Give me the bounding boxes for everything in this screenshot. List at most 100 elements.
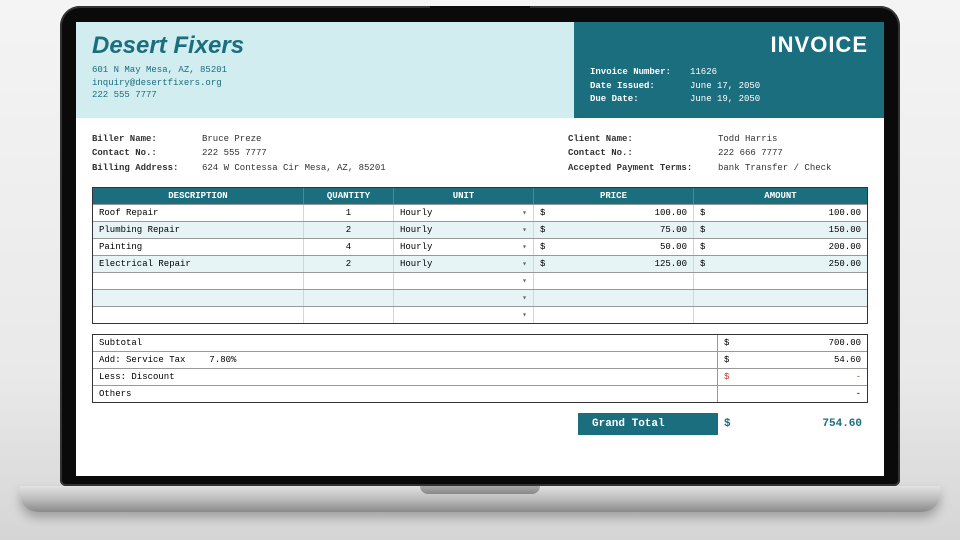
client-contact-label: Contact No.: [568, 146, 718, 160]
cell-price [533, 273, 693, 289]
cell-description: Painting [93, 239, 303, 255]
col-amount: AMOUNT [693, 188, 867, 204]
cell-amount [693, 290, 867, 306]
cell-amount: $100.00 [693, 205, 867, 221]
cell-price [533, 307, 693, 323]
cell-price: $50.00 [533, 239, 693, 255]
others-value: - [757, 386, 867, 402]
tax-label: Add: Service Tax [99, 355, 185, 365]
others-row: Others - [93, 386, 867, 402]
cell-amount [693, 307, 867, 323]
screen: Desert Fixers 601 N May Mesa, AZ, 85201 … [76, 22, 884, 476]
cell-unit[interactable]: Hourly▾ [393, 205, 533, 221]
biller-address: 624 W Contessa Cir Mesa, AZ, 85201 [202, 161, 386, 175]
due-date: June 19, 2050 [690, 93, 760, 107]
cell-quantity: 2 [303, 256, 393, 272]
client-name: Todd Harris [718, 132, 777, 146]
biller-contact: 222 555 7777 [202, 146, 267, 160]
chevron-down-icon: ▾ [522, 225, 527, 235]
client-terms-label: Accepted Payment Terms: [568, 161, 718, 175]
company-name: Desert Fixers [92, 32, 558, 60]
line-items-table: DESCRIPTION QUANTITY UNIT PRICE AMOUNT R… [92, 187, 868, 324]
tax-row: Add: Service Tax7.80% $ 54.60 [93, 352, 867, 369]
others-label: Others [99, 389, 131, 399]
cell-unit[interactable]: ▾ [393, 273, 533, 289]
cell-quantity [303, 290, 393, 306]
table-row: Plumbing Repair2Hourly▾$75.00$150.00 [93, 221, 867, 238]
chevron-down-icon: ▾ [522, 208, 527, 218]
currency-symbol [717, 386, 757, 402]
table-row: Roof Repair1Hourly▾$100.00$100.00 [93, 204, 867, 221]
due-date-label: Due Date: [590, 93, 690, 107]
client-terms: bank Transfer / Check [718, 161, 831, 175]
grand-total-block: Grand Total $ 754.60 [92, 413, 868, 435]
cell-unit[interactable]: ▾ [393, 290, 533, 306]
currency-symbol: $ [717, 352, 757, 368]
company-phone: 222 555 7777 [92, 89, 558, 102]
subtotal-label: Subtotal [99, 338, 142, 348]
cell-quantity [303, 307, 393, 323]
currency-symbol: $ [717, 369, 757, 385]
client-contact: 222 666 7777 [718, 146, 783, 160]
subtotal-value: 700.00 [757, 335, 867, 351]
chevron-down-icon: ▾ [522, 276, 527, 286]
cell-unit[interactable]: Hourly▾ [393, 256, 533, 272]
currency-symbol: $ [717, 335, 757, 351]
cell-unit[interactable]: Hourly▾ [393, 239, 533, 255]
cell-description [93, 307, 303, 323]
cell-description: Roof Repair [93, 205, 303, 221]
col-description: DESCRIPTION [93, 188, 303, 204]
invoice-meta-block: INVOICE Invoice Number: 11626 Date Issue… [574, 22, 884, 118]
table-row: Painting4Hourly▾$50.00$200.00 [93, 238, 867, 255]
discount-row: Less: Discount $ - [93, 369, 867, 386]
tax-value: 54.60 [757, 352, 867, 368]
date-issued-label: Date Issued: [590, 80, 690, 94]
cell-price: $125.00 [533, 256, 693, 272]
cell-price [533, 290, 693, 306]
laptop-mockup: Desert Fixers 601 N May Mesa, AZ, 85201 … [60, 6, 900, 512]
grand-total-value: 754.60 [758, 413, 868, 435]
invoice-title: INVOICE [590, 32, 868, 58]
table-row: ▾ [93, 289, 867, 306]
cell-description [93, 273, 303, 289]
client-block: Client Name:Todd Harris Contact No.:222 … [568, 132, 868, 175]
cell-amount [693, 273, 867, 289]
cell-quantity: 2 [303, 222, 393, 238]
company-block: Desert Fixers 601 N May Mesa, AZ, 85201 … [76, 22, 574, 118]
cell-description [93, 290, 303, 306]
cell-description: Electrical Repair [93, 256, 303, 272]
subtotal-row: Subtotal $ 700.00 [93, 335, 867, 352]
invoice-number: 11626 [690, 66, 717, 80]
invoice-header: Desert Fixers 601 N May Mesa, AZ, 85201 … [76, 22, 884, 118]
company-email: inquiry@desertfixers.org [92, 77, 558, 90]
totals-block: Subtotal $ 700.00 Add: Service Tax7.80% … [92, 334, 868, 403]
table-body: Roof Repair1Hourly▾$100.00$100.00Plumbin… [93, 204, 867, 323]
invoice-number-label: Invoice Number: [590, 66, 690, 80]
cell-unit[interactable]: Hourly▾ [393, 222, 533, 238]
cell-description: Plumbing Repair [93, 222, 303, 238]
biller-name-label: Biller Name: [92, 132, 202, 146]
cell-unit[interactable]: ▾ [393, 307, 533, 323]
col-price: PRICE [533, 188, 693, 204]
cell-quantity [303, 273, 393, 289]
company-address: 601 N May Mesa, AZ, 85201 [92, 64, 558, 77]
col-unit: UNIT [393, 188, 533, 204]
table-row: ▾ [93, 272, 867, 289]
discount-value: - [757, 369, 867, 385]
cell-price: $75.00 [533, 222, 693, 238]
cell-quantity: 1 [303, 205, 393, 221]
biller-contact-label: Contact No.: [92, 146, 202, 160]
laptop-base [20, 486, 940, 512]
parties-block: Biller Name:Bruce Preze Contact No.:222 … [76, 118, 884, 187]
grand-total-label: Grand Total [578, 413, 718, 435]
cell-amount: $150.00 [693, 222, 867, 238]
grand-currency: $ [718, 413, 758, 435]
chevron-down-icon: ▾ [522, 259, 527, 269]
cell-price: $100.00 [533, 205, 693, 221]
table-row: ▾ [93, 306, 867, 323]
table-row: Electrical Repair2Hourly▾$125.00$250.00 [93, 255, 867, 272]
chevron-down-icon: ▾ [522, 242, 527, 252]
chevron-down-icon: ▾ [522, 310, 527, 320]
col-quantity: QUANTITY [303, 188, 393, 204]
date-issued: June 17, 2050 [690, 80, 760, 94]
